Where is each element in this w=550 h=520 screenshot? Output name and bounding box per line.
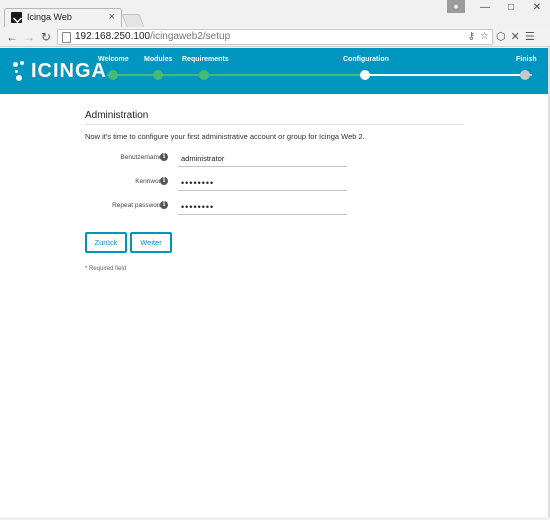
browser-tab-bar: Icinga Web × ● — □ ✕ — [0, 0, 550, 27]
step-dot-modules — [153, 70, 163, 80]
icinga-logo: ICINGA — [13, 59, 107, 83]
password-input[interactable] — [178, 175, 347, 191]
progress-line-current — [360, 74, 520, 76]
intro-text: Now it's time to configure your first ad… — [85, 132, 365, 141]
step-dot-configuration — [360, 70, 370, 80]
username-row: Benutzername * i — [85, 151, 347, 167]
step-label-welcome: Welcome — [98, 56, 129, 63]
step-label-configuration: Configuration — [343, 56, 389, 63]
logo-dots-icon — [13, 61, 27, 81]
icinga-favicon-icon — [11, 12, 22, 23]
required-field-note: * Required field — [85, 266, 127, 272]
forward-arrow-icon[interactable]: → — [21, 29, 37, 45]
step-dot-welcome — [108, 70, 118, 80]
step-label-finish: Finish — [516, 56, 537, 63]
info-icon[interactable]: i — [160, 177, 168, 185]
step-label-modules: Modules — [144, 56, 173, 63]
menu-icon[interactable]: ☰ — [525, 30, 535, 43]
back-button[interactable]: Zurück — [85, 232, 127, 253]
next-button[interactable]: Weiter — [130, 232, 172, 253]
window-controls: — □ ✕ — [472, 0, 550, 16]
page-title: Administration — [85, 110, 149, 121]
script-blocker-icon[interactable]: ✕ — [511, 30, 520, 43]
tab-title: Icinga Web — [27, 12, 72, 22]
user-profile-icon[interactable]: ● — [447, 0, 465, 13]
bookmark-star-icon[interactable]: ☆ — [480, 31, 489, 42]
back-arrow-icon[interactable]: ← — [4, 29, 20, 45]
minimize-button[interactable]: — — [472, 0, 498, 16]
maximize-button[interactable]: □ — [498, 0, 524, 16]
repeat-password-row: Repeat password * i — [85, 199, 347, 215]
tab-close-icon[interactable]: × — [109, 11, 115, 23]
info-icon[interactable]: i — [160, 153, 168, 161]
icinga-header: ICINGA Welcome Modules Requirements Conf… — [0, 48, 548, 94]
browser-toolbar: ← → ↻ 192.168.250.100/icingaweb2/setup ⚷… — [0, 27, 550, 47]
password-row: Kennwort * i — [85, 175, 347, 191]
username-input[interactable] — [178, 151, 347, 167]
step-dot-finish — [520, 70, 530, 80]
browser-tab[interactable]: Icinga Web × — [4, 8, 122, 27]
url-text[interactable]: 192.168.250.100/icingaweb2/setup — [75, 31, 230, 42]
progress-line-done — [107, 74, 360, 76]
new-tab-button[interactable] — [121, 14, 145, 27]
page-icon — [62, 32, 71, 43]
step-dot-requirements — [199, 70, 209, 80]
step-label-requirements: Requirements — [182, 56, 229, 63]
title-divider — [85, 124, 464, 125]
info-icon[interactable]: i — [160, 201, 168, 209]
address-bar[interactable]: 192.168.250.100/icingaweb2/setup ⚷ ☆ — [57, 29, 493, 45]
setup-content: Administration Now it's time to configur… — [0, 94, 548, 517]
logo-text: ICINGA — [31, 59, 107, 82]
shield-extension-icon[interactable]: ⬡ — [496, 30, 506, 43]
key-icon[interactable]: ⚷ — [468, 31, 475, 42]
repeat-password-input[interactable] — [178, 199, 347, 215]
repeat-password-label: Repeat password * — [112, 202, 167, 209]
reload-icon[interactable]: ↻ — [38, 29, 54, 45]
close-window-button[interactable]: ✕ — [524, 0, 550, 16]
